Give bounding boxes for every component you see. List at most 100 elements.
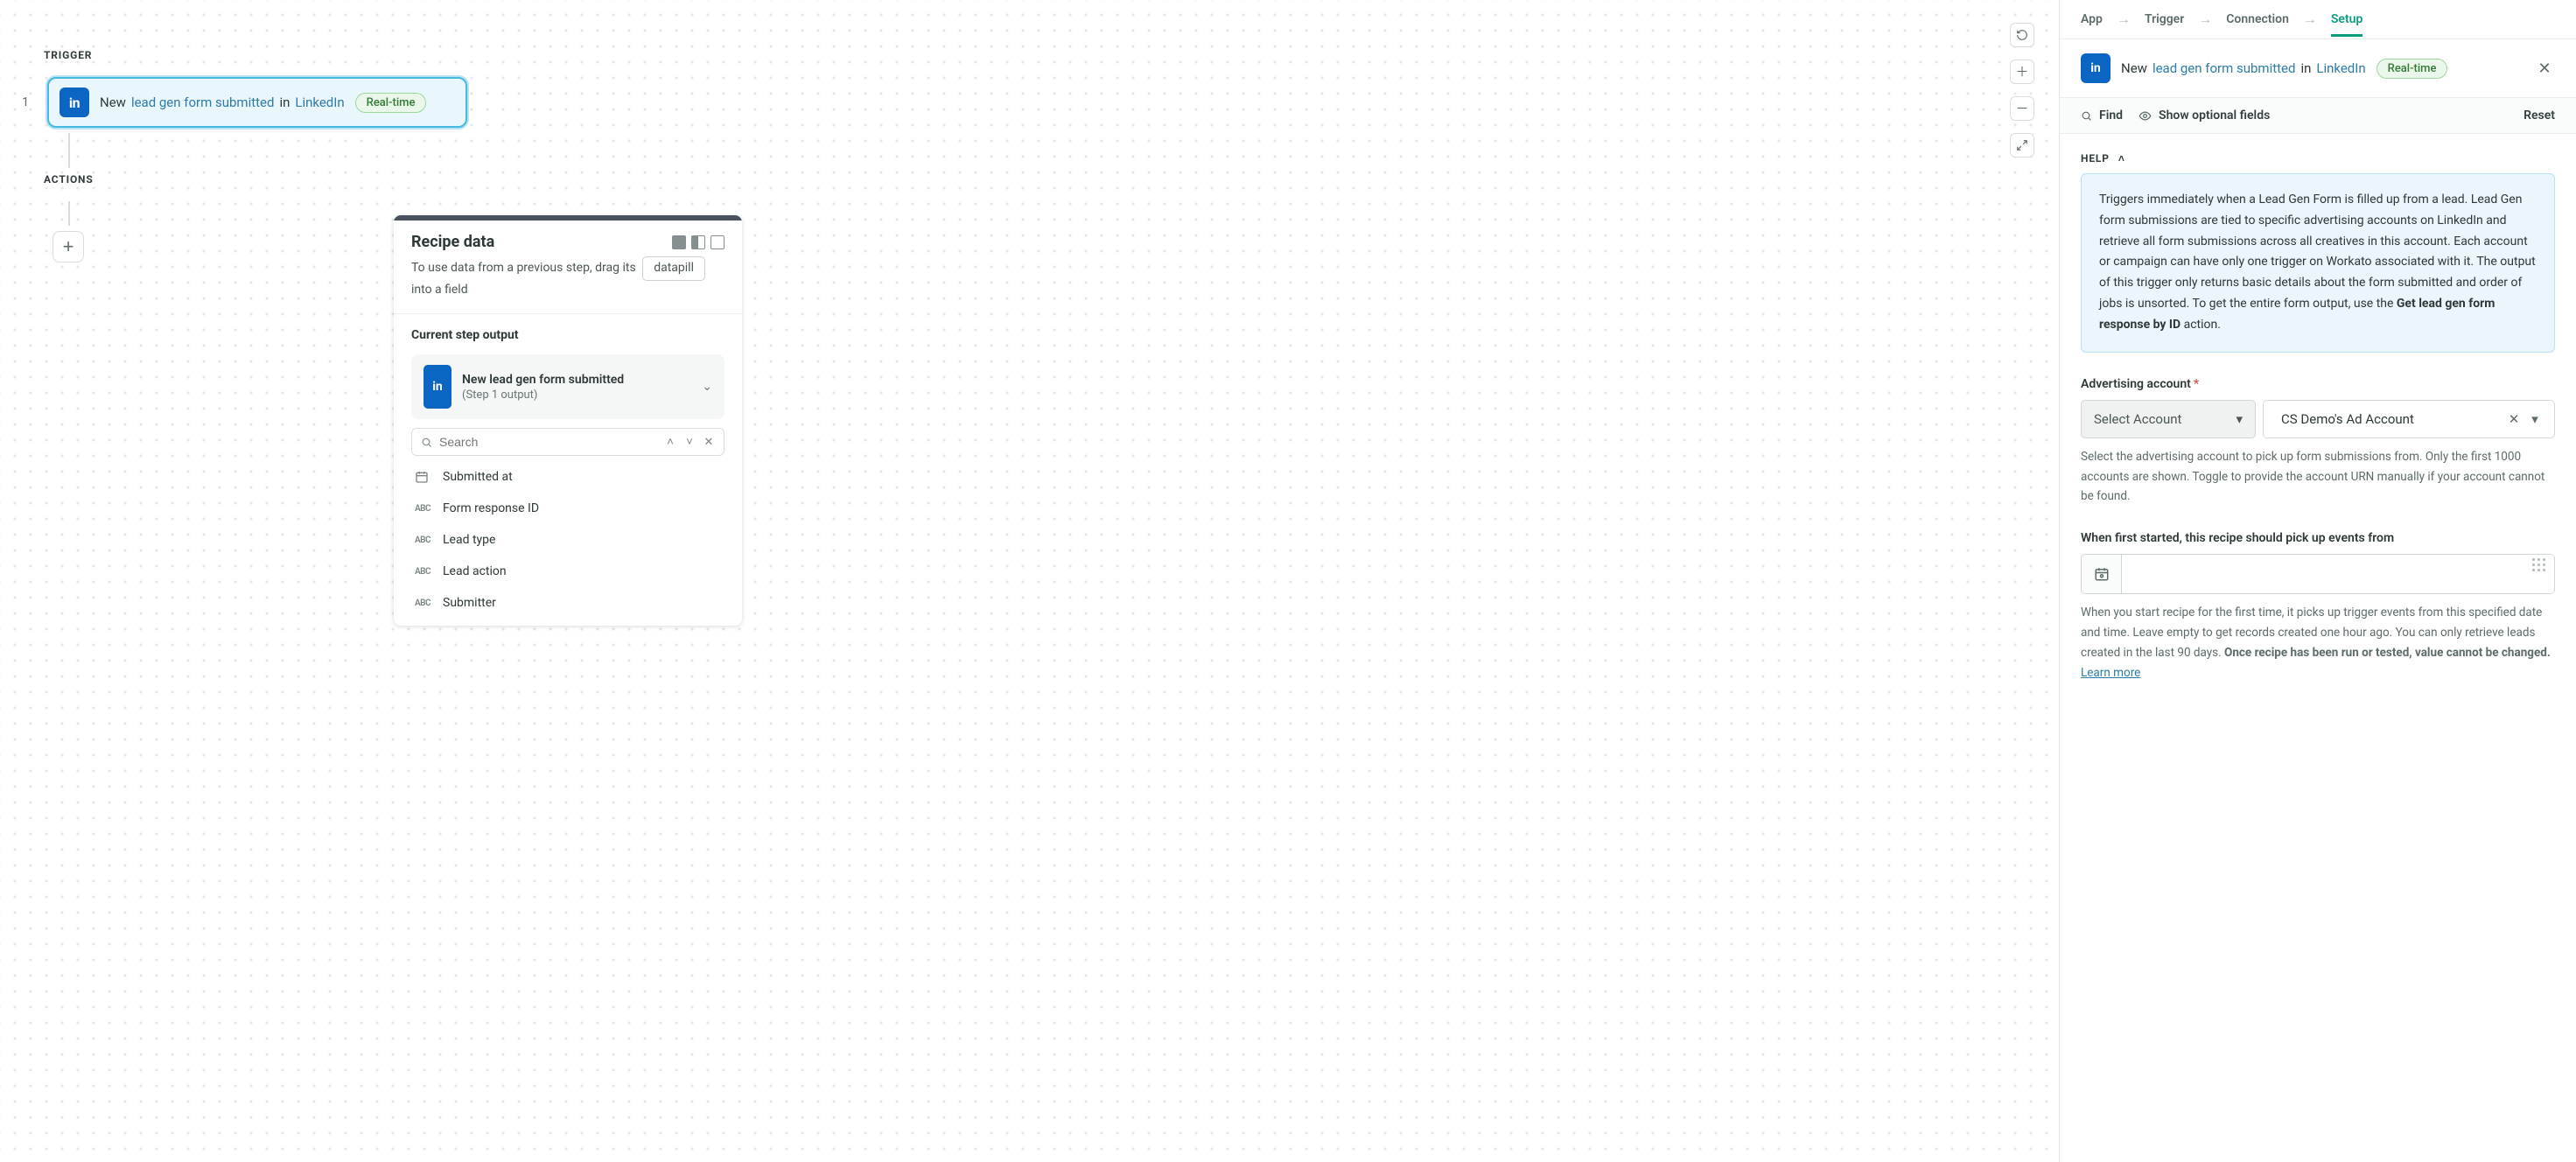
search-clear-button[interactable]: ✕: [699, 432, 718, 452]
field-label: When first started, this recipe should p…: [2081, 531, 2555, 545]
datapill-chip: datapill: [642, 256, 705, 281]
app-name-link: LinkedIn: [2316, 60, 2365, 76]
datapill-item[interactable]: ABC Form response ID: [411, 493, 724, 524]
find-button[interactable]: Find: [2081, 108, 2123, 122]
date-text-input[interactable]: [2122, 555, 2523, 593]
actions-section-label: ACTIONS: [44, 173, 2059, 186]
minus-icon: －: [2015, 102, 2028, 116]
reset-button[interactable]: Reset: [2524, 108, 2555, 122]
recipe-data-subtitle: To use data from a previous step, drag i…: [411, 256, 724, 299]
datapill-item[interactable]: ABC Lead action: [411, 556, 724, 587]
trigger-name-link: lead gen form submitted: [2152, 60, 2296, 76]
linkedin-icon: in: [2081, 53, 2110, 83]
setup-title: New lead gen form submitted in LinkedIn …: [2121, 59, 2524, 79]
connector-line: [68, 133, 70, 168]
field-hint: Select the advertising account to pick u…: [2081, 447, 2555, 508]
input-value: CS Demo's Ad Account: [2281, 411, 2503, 427]
text: To use data from a previous step, drag i…: [411, 261, 636, 275]
text: Triggers immediately when a Lead Gen For…: [2099, 192, 2536, 311]
setup-panel: App → Trigger → Connection → Setup in Ne…: [2060, 0, 2576, 1162]
trigger-step-card[interactable]: in New lead gen form submitted in Linked…: [47, 77, 467, 128]
fit-view-button[interactable]: [2010, 133, 2034, 158]
text: into a field: [411, 283, 468, 297]
calendar-icon[interactable]: [2082, 555, 2122, 593]
clear-icon[interactable]: ✕: [2503, 411, 2524, 427]
text: New: [100, 94, 126, 110]
output-title: New lead gen form submitted: [462, 373, 691, 387]
zoom-in-button[interactable]: ＋: [2010, 60, 2034, 84]
close-panel-button[interactable]: ✕: [2534, 58, 2555, 79]
crumb-setup[interactable]: Setup: [2331, 12, 2362, 37]
setup-toolbar: Find Show optional fields Reset: [2060, 98, 2576, 134]
undo-button[interactable]: [2010, 23, 2034, 47]
connector-line: [68, 201, 70, 226]
field-advertising-account: Advertising account* Select Account ▾ CS…: [2081, 377, 2555, 508]
view-mode-toggle: [672, 235, 724, 249]
view-list-icon[interactable]: [710, 235, 724, 249]
account-value-input[interactable]: CS Demo's Ad Account ✕ ▾: [2263, 400, 2555, 438]
chevron-up-icon: ˄: [2118, 152, 2125, 164]
datapill-search-input[interactable]: [439, 435, 661, 449]
search-prev-button[interactable]: ˄: [661, 432, 680, 452]
recipe-canvas[interactable]: ＋ － TRIGGER 1 in New lead gen form submi…: [0, 0, 2060, 1162]
select-label: Select Account: [2094, 411, 2181, 427]
setup-content: HELP ˄ Triggers immediately when a Lead …: [2060, 134, 2576, 1162]
trigger-step-text: New lead gen form submitted in LinkedIn …: [100, 93, 426, 113]
step-number: 1: [21, 95, 30, 109]
crumb-trigger[interactable]: Trigger: [2145, 12, 2184, 26]
expand-icon: [2016, 139, 2028, 151]
show-optional-button[interactable]: Show optional fields: [2138, 108, 2270, 122]
search-next-button[interactable]: ˅: [680, 432, 699, 452]
caret-down-icon[interactable]: ▾: [2524, 411, 2545, 427]
caret-down-icon: ▾: [2236, 411, 2243, 427]
datapill-label: Form response ID: [443, 501, 539, 515]
help-text: Triggers immediately when a Lead Gen For…: [2081, 173, 2555, 353]
undo-icon: [2016, 29, 2028, 41]
chevron-down-icon: ⌄: [702, 380, 712, 394]
text-type-icon: ABC: [415, 598, 432, 608]
datapill-search: ˄ ˅ ✕: [411, 428, 724, 456]
label: Find: [2099, 108, 2123, 122]
datapill-item[interactable]: ABC Lead type: [411, 524, 724, 556]
zoom-out-button[interactable]: －: [2010, 96, 2034, 121]
text: in: [279, 94, 290, 110]
linkedin-icon: in: [424, 365, 452, 409]
setup-breadcrumbs: App → Trigger → Connection → Setup: [2060, 0, 2576, 39]
text: Advertising account: [2081, 377, 2191, 391]
text: action.: [2180, 318, 2221, 332]
field-since: When first started, this recipe should p…: [2081, 531, 2555, 683]
text: in: [2300, 60, 2311, 76]
plus-icon: +: [63, 235, 74, 258]
view-compact-icon[interactable]: [672, 235, 686, 249]
required-asterisk: *: [2194, 377, 2199, 391]
resize-grip-icon[interactable]: [2523, 555, 2554, 593]
account-mode-select[interactable]: Select Account ▾: [2081, 400, 2256, 438]
view-split-icon[interactable]: [691, 235, 705, 249]
canvas-toolbar: ＋ －: [2010, 23, 2034, 158]
text-type-icon: ABC: [415, 536, 432, 545]
since-date-input[interactable]: [2081, 554, 2555, 594]
output-source-card[interactable]: in New lead gen form submitted (Step 1 o…: [411, 354, 724, 419]
datapill-list: Submitted at ABC Form response ID ABC Le…: [411, 461, 724, 619]
plus-icon: ＋: [2015, 66, 2028, 79]
add-step-button[interactable]: +: [52, 231, 84, 262]
current-step-output-label: Current step output: [411, 328, 724, 342]
datapill-label: Lead action: [443, 564, 507, 578]
label: Show optional fields: [2159, 108, 2270, 122]
text-type-icon: ABC: [415, 567, 432, 577]
datapill-item[interactable]: Submitted at: [411, 461, 724, 493]
datapill-label: Submitted at: [443, 470, 513, 484]
crumb-connection[interactable]: Connection: [2226, 12, 2289, 26]
output-subtitle: (Step 1 output): [462, 388, 691, 402]
trigger-name-link: lead gen form submitted: [131, 94, 275, 110]
realtime-badge: Real-time: [355, 93, 427, 113]
search-icon: [2081, 110, 2092, 122]
datapill-item[interactable]: ABC Submitter: [411, 587, 724, 619]
text: New: [2121, 60, 2147, 76]
datapill-label: Lead type: [443, 533, 495, 547]
learn-more-link[interactable]: Learn more: [2081, 666, 2140, 680]
help-toggle[interactable]: HELP ˄: [2081, 152, 2125, 164]
field-hint: When you start recipe for the first time…: [2081, 603, 2555, 683]
text: Once recipe has been run or tested, valu…: [2224, 646, 2551, 660]
crumb-app[interactable]: App: [2081, 12, 2103, 26]
